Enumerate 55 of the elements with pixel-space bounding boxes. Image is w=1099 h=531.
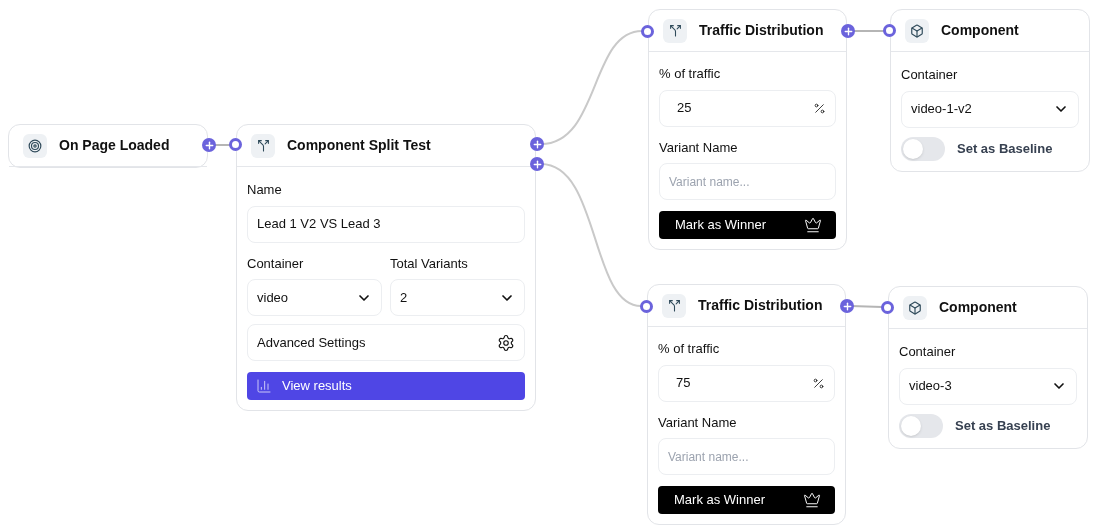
field-label: Container <box>247 254 305 273</box>
split-icon <box>251 133 275 158</box>
toggle-label: Set as Baseline <box>957 139 1053 158</box>
output-handle[interactable] <box>530 137 544 151</box>
component-node[interactable]: Component Container video-3 Set as Baseline <box>888 286 1088 449</box>
baseline-toggle[interactable] <box>901 136 945 161</box>
traffic-node[interactable]: Traffic Distribution % of traffic 75 Variant Name Variant name... Mark as Winner <box>647 284 846 525</box>
percent-icon <box>812 376 825 390</box>
node-title: Component <box>941 21 1019 40</box>
mark-winner-button[interactable]: Mark as Winner <box>659 211 836 239</box>
node-title: Component <box>939 298 1017 317</box>
field-label: % of traffic <box>659 65 722 83</box>
split-icon <box>662 293 686 318</box>
baseline-toggle[interactable] <box>899 413 943 438</box>
field-label: Container <box>901 66 959 84</box>
box-icon <box>903 295 927 320</box>
container-select[interactable]: video <box>247 279 382 316</box>
node-title: On Page Loaded <box>59 136 170 155</box>
container-select[interactable]: video-1-v2 <box>901 90 1079 128</box>
traffic-field[interactable]: 25 <box>659 89 836 127</box>
output-handle[interactable] <box>841 24 855 38</box>
chart-icon <box>256 378 272 394</box>
toggle-label: Set as Baseline <box>955 416 1051 435</box>
field-label: Total Variants <box>390 254 469 273</box>
crown-icon <box>804 216 822 234</box>
variant-name-field[interactable]: Variant name... <box>659 163 836 200</box>
target-icon <box>23 133 47 158</box>
field-label: Container <box>899 343 957 361</box>
container-select[interactable]: video-3 <box>899 367 1077 405</box>
traffic-field[interactable]: 75 <box>658 364 835 402</box>
settings-icon <box>497 333 515 352</box>
percent-icon <box>813 101 826 115</box>
mark-winner-button[interactable]: Mark as Winner <box>658 486 835 514</box>
output-handle[interactable] <box>530 157 544 171</box>
component-node[interactable]: Component Container video-1-v2 Set as Baseline <box>890 9 1090 172</box>
node-title: Traffic Distribution <box>698 296 823 315</box>
field-label: Name <box>247 181 283 199</box>
view-results-button[interactable]: View results <box>247 372 525 400</box>
output-handle[interactable] <box>840 299 854 313</box>
trigger-node[interactable]: On Page Loaded <box>8 124 208 168</box>
split-icon <box>663 18 687 43</box>
output-handle[interactable] <box>202 138 216 152</box>
node-title: Traffic Distribution <box>699 21 824 40</box>
field-label: % of traffic <box>658 340 721 358</box>
traffic-node[interactable]: Traffic Distribution % of traffic 25 Variant Name Variant name... Mark as Winner <box>648 9 847 250</box>
container-select[interactable]: 2 <box>390 279 525 316</box>
box-icon <box>905 18 929 43</box>
node-title: Component Split Test <box>287 136 431 155</box>
split-test-node[interactable]: Component Split Test Name Lead 1 V2 VS Lead 3 Container video Total Variants 2 Advanced Settings View results <box>236 124 536 411</box>
field-label: Variant Name <box>659 138 739 157</box>
advanced-settings-row[interactable]: Advanced Settings <box>247 324 525 361</box>
crown-icon <box>803 491 821 509</box>
variant-name-field[interactable]: Variant name... <box>658 438 835 475</box>
field-label: Variant Name <box>658 413 738 432</box>
name-field[interactable]: Lead 1 V2 VS Lead 3 <box>247 205 525 243</box>
